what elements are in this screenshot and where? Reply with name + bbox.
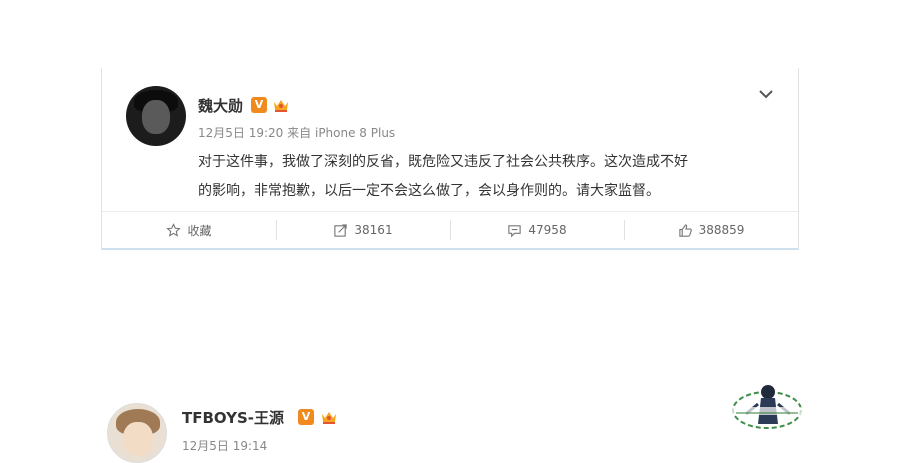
source-prefix: 来自: [287, 126, 312, 140]
post-content: 对于这件事，我做了深刻的反省，既危险又违反了社会公共秩序。这次造成不好 的影响，…: [198, 148, 788, 206]
verified-badge: V: [251, 97, 267, 113]
like-count: 388859: [698, 223, 745, 237]
post-date[interactable]: 12月5日 19:20: [198, 126, 283, 140]
chevron-down-icon[interactable]: [758, 88, 774, 100]
like-button[interactable]: 388859: [624, 212, 798, 248]
vip-crown-icon: [274, 100, 288, 112]
favorite-label: 收藏: [187, 223, 212, 238]
user-avatar[interactable]: [126, 86, 186, 146]
weibo-post-card: 魏大勋 V 12月5日 19:20 来自 iPhone 8 Plus 对于这件事…: [101, 68, 799, 250]
comment-icon: [508, 224, 522, 237]
repost-icon: [334, 223, 348, 237]
user-avatar[interactable]: [107, 403, 167, 463]
post-device: iPhone 8 Plus: [314, 126, 396, 140]
like-icon: [678, 223, 692, 237]
username[interactable]: TFBOYS-王源: [182, 407, 284, 428]
username[interactable]: 魏大勋: [198, 95, 243, 116]
post-meta: 12月5日 19:20 来自 iPhone 8 Plus: [198, 124, 395, 141]
watermark-logo-icon: [730, 385, 804, 429]
verified-badge: V: [298, 409, 314, 425]
repost-button[interactable]: 38161: [276, 212, 450, 248]
comment-button[interactable]: 47958: [450, 212, 624, 248]
post-date[interactable]: 12月5日 19:14: [182, 437, 267, 454]
star-icon: [166, 222, 182, 237]
vip-crown-icon: [322, 412, 336, 424]
post-text-line: 的影响，非常抱歉，以后一定不会这么做了，会以身作则的。请大家监督。: [198, 183, 660, 199]
comment-count: 47958: [528, 223, 567, 237]
post-text-line: 对于这件事，我做了深刻的反省，既危险又违反了社会公共秩序。这次造成不好: [198, 154, 688, 170]
favorite-button[interactable]: 收藏: [102, 212, 276, 248]
repost-count: 38161: [354, 223, 393, 237]
action-bar: 收藏 38161 47958 388859: [102, 211, 798, 248]
